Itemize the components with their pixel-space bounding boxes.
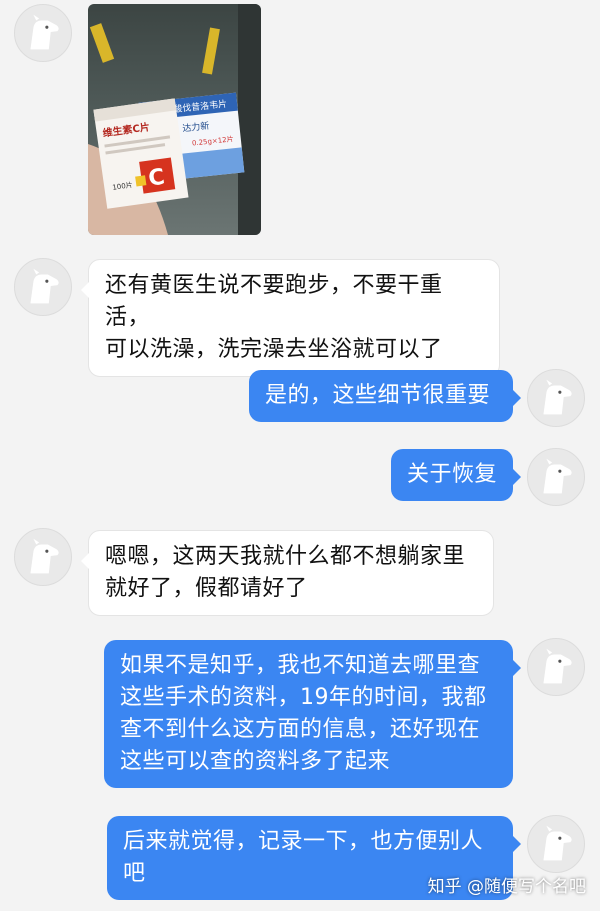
medicine-photo-illustration: 盐酸伐昔洛韦片 达力新 0.25g×12片 维生素C片 C 100片 [88,4,261,235]
message-bubble-outgoing[interactable]: 是的，这些细节很重要 [249,370,521,422]
self-avatar[interactable] [527,448,585,506]
message-line: 这些手术的资料，19年的时间，我都 [120,685,487,710]
dog-avatar-icon [543,648,572,684]
dog-avatar-icon [30,14,59,50]
message-line: 就好了，假都请好了 [105,576,308,601]
message-line: 是的，这些细节很重要 [265,383,491,408]
dog-avatar-icon [543,825,572,861]
message-line: 关于恢复 [407,462,498,487]
contact-avatar[interactable] [14,258,72,316]
message-bubble-incoming[interactable]: 嗯嗯，这两天我就什么都不想躺家里 就好了，假都请好了 [81,530,494,616]
message-line: 嗯嗯，这两天我就什么都不想躺家里 [105,544,466,569]
message-line: 后来就觉得，记录一下，也方便别人 [123,829,484,854]
dog-avatar-icon [30,268,59,304]
message-line: 可以洗澡，洗完澡去坐浴就可以了 [105,337,443,362]
message-line: 如果不是知乎，我也不知道去哪里查 [120,653,481,678]
message-bubble-outgoing[interactable]: 关于恢复 [391,449,521,501]
message-line: 这些可以查的资料多了起来 [120,749,391,774]
message-line: 还有黄医生说不要跑步，不要干重活， [105,273,443,330]
self-avatar[interactable] [527,815,585,873]
dog-avatar-icon [543,379,572,415]
self-avatar[interactable] [527,369,585,427]
dog-avatar-icon [543,458,572,494]
self-avatar[interactable] [527,638,585,696]
message-bubble-outgoing[interactable]: 如果不是知乎，我也不知道去哪里查 这些手术的资料，19年的时间，我都 查不到什么… [104,640,521,788]
svg-text:C: C [147,165,166,192]
contact-avatar[interactable] [14,4,72,62]
dog-avatar-icon [30,538,59,574]
message-bubble-incoming[interactable]: 还有黄医生说不要跑步，不要干重活， 可以洗澡，洗完澡去坐浴就可以了 [81,259,500,377]
message-image-medicine[interactable]: 盐酸伐昔洛韦片 达力新 0.25g×12片 维生素C片 C 100片 [88,4,261,235]
zhihu-watermark: 知乎 @随便写个名吧 [427,877,586,897]
contact-avatar[interactable] [14,528,72,586]
message-line: 查不到什么这方面的信息，还好现在 [120,717,481,742]
